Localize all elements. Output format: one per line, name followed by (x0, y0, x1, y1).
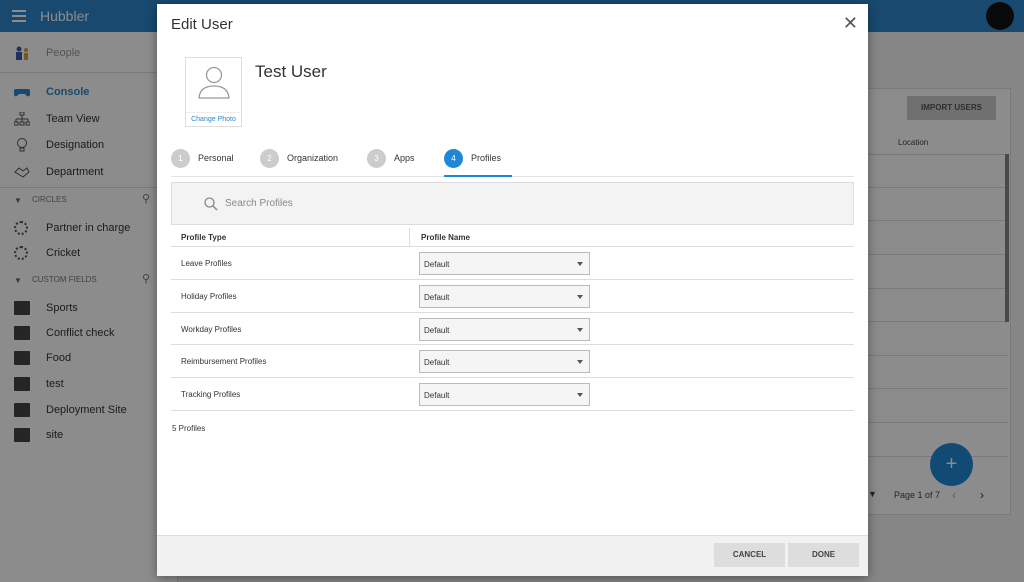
step-label: Organization (287, 153, 339, 163)
profile-type-label: Holiday Profiles (181, 291, 237, 301)
profile-count: 5 Profiles (172, 424, 206, 433)
reimbursement-profile-select[interactable]: Default (419, 350, 590, 374)
profile-type-label: Tracking Profiles (181, 390, 241, 400)
step-number: 4 (444, 149, 463, 168)
chevron-down-icon (577, 360, 583, 365)
search-icon (204, 197, 218, 211)
table-header: Profile Type Profile Name (171, 228, 854, 247)
step-number: 1 (171, 149, 190, 168)
holiday-profile-select[interactable]: Default (419, 284, 590, 308)
close-icon[interactable]: ✕ (843, 13, 858, 34)
select-value: Default (424, 292, 450, 302)
profile-type-label: Workday Profiles (181, 324, 242, 334)
tab-organization[interactable]: 2 Organization (260, 149, 338, 177)
edit-user-dialog: Edit User ✕ Change Photo Test User 1 Per… (157, 4, 868, 576)
chevron-down-icon (577, 262, 583, 266)
leave-profile-select[interactable]: Default (419, 252, 590, 275)
dialog-footer: CANCEL DONE (157, 535, 868, 576)
table-row: Holiday Profiles Default (171, 280, 854, 313)
workday-profile-select[interactable]: Default (419, 317, 590, 341)
search-input[interactable]: Search Profiles (171, 182, 854, 225)
table-row: Workday Profiles Default (171, 313, 854, 346)
select-value: Default (424, 260, 450, 269)
table-row: Tracking Profiles Default (171, 378, 854, 411)
column-header-profile-type: Profile Type (181, 233, 227, 242)
column-header-profile-name: Profile Name (421, 233, 470, 242)
select-value: Default (424, 391, 450, 401)
profile-photo[interactable]: Change Photo (185, 57, 242, 127)
change-photo-link[interactable]: Change Photo (186, 112, 241, 126)
user-placeholder-icon (198, 66, 230, 99)
dialog-title: Edit User (171, 16, 233, 33)
select-value: Default (424, 358, 450, 368)
table-row: Reimbursement Profiles Default (171, 345, 854, 379)
step-label: Profiles (471, 153, 502, 163)
step-label: Apps (394, 153, 415, 163)
wizard-steps: 1 Personal 2 Organization 3 Apps 4 Profi… (171, 147, 854, 177)
tab-personal[interactable]: 1 Personal (171, 149, 234, 177)
chevron-down-icon (577, 393, 583, 398)
step-label: Personal (198, 153, 234, 163)
user-name: Test User (255, 62, 327, 81)
done-button[interactable]: DONE (788, 543, 859, 567)
profiles-table: Profile Type Profile Name Leave Profiles… (171, 228, 854, 411)
tab-profiles[interactable]: 4 Profiles (444, 149, 513, 177)
search-placeholder: Search Profiles (225, 198, 293, 209)
tab-apps[interactable]: 3 Apps (367, 149, 415, 177)
chevron-down-icon (577, 327, 583, 332)
profile-type-label: Reimbursement Profiles (181, 357, 267, 367)
table-row: Leave Profiles Default (171, 247, 854, 280)
chevron-down-icon (577, 294, 583, 299)
profile-type-label: Leave Profiles (181, 259, 232, 268)
select-value: Default (424, 325, 450, 335)
column-divider (409, 228, 410, 247)
tracking-profile-select[interactable]: Default (419, 383, 590, 407)
step-number: 3 (367, 149, 386, 168)
step-number: 2 (260, 149, 279, 168)
cancel-button[interactable]: CANCEL (714, 543, 785, 567)
